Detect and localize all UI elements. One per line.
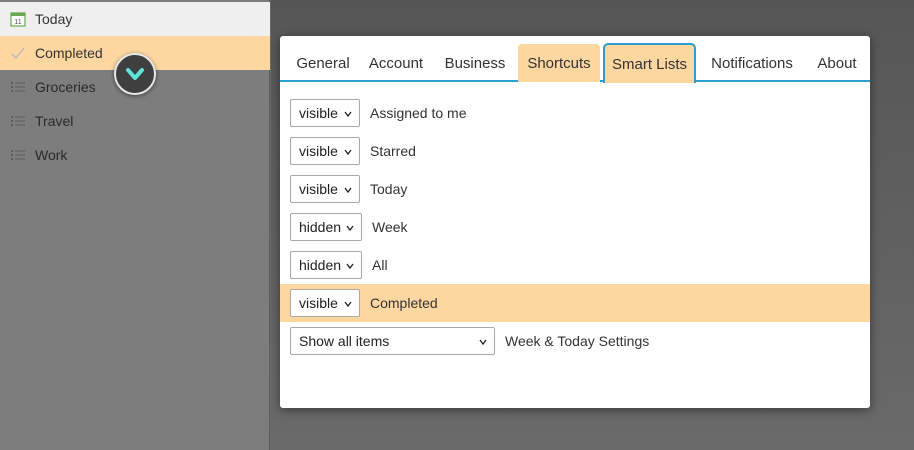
sidebar-item-work[interactable]: Work <box>0 138 270 172</box>
sidebar-item-travel[interactable]: Travel <box>0 104 270 138</box>
sidebar-item-label: Groceries <box>35 79 96 95</box>
tab-general[interactable]: General <box>284 44 362 82</box>
select-value: visible <box>299 295 338 311</box>
sidebar-item-label: Completed <box>35 45 103 61</box>
smart-list-row-week: hidden Week <box>280 208 870 246</box>
smart-list-label: Starred <box>370 143 416 159</box>
smart-list-label: Completed <box>370 295 438 311</box>
select-value: hidden <box>299 257 342 273</box>
calendar-icon: 11 <box>10 11 26 27</box>
select-value: visible <box>299 143 338 159</box>
drag-handle[interactable] <box>114 53 156 95</box>
sidebar-item-label: Travel <box>35 113 74 129</box>
tab-bar: General Account Business Shortcuts Smart… <box>280 36 870 83</box>
smart-list-row-starred: visible Starred <box>280 132 870 170</box>
tab-about[interactable]: About <box>810 44 864 82</box>
week-today-select[interactable]: Show all items <box>290 327 495 355</box>
chevron-down-icon <box>344 301 352 308</box>
sidebar-item-today[interactable]: 11 Today <box>0 2 270 36</box>
visibility-select[interactable]: visible <box>290 99 360 127</box>
visibility-select[interactable]: hidden <box>290 213 362 241</box>
visibility-select[interactable]: visible <box>290 289 360 317</box>
smart-list-label: All <box>372 257 388 273</box>
list-icon <box>10 147 26 163</box>
chevron-down-icon <box>479 339 487 346</box>
smart-list-label: Today <box>370 181 408 197</box>
chevron-down-icon <box>344 187 352 194</box>
sidebar-item-label: Today <box>35 11 73 27</box>
tab-account[interactable]: Account <box>360 44 432 82</box>
week-today-settings-row: Show all items Week & Today Settings <box>280 322 870 360</box>
visibility-select[interactable]: visible <box>290 175 360 203</box>
sidebar-item-label: Work <box>35 147 68 163</box>
smart-list-label: Week <box>372 219 408 235</box>
smart-list-row-all: hidden All <box>280 246 870 284</box>
list-icon <box>10 113 26 129</box>
select-value: visible <box>299 181 338 197</box>
chevron-down-icon <box>126 68 144 80</box>
tab-business[interactable]: Business <box>438 44 512 82</box>
select-value: hidden <box>299 219 342 235</box>
chevron-down-icon <box>344 111 352 118</box>
smart-list-label: Assigned to me <box>370 105 467 121</box>
visibility-select[interactable]: visible <box>290 137 360 165</box>
tab-shortcuts[interactable]: Shortcuts <box>518 44 600 82</box>
select-value: Show all items <box>299 333 390 349</box>
tab-smart-lists[interactable]: Smart Lists <box>603 43 696 83</box>
chevron-down-icon <box>346 263 354 270</box>
chevron-down-icon <box>344 149 352 156</box>
chevron-down-icon <box>346 225 354 232</box>
select-value: visible <box>299 105 338 121</box>
sidebar: 11 Today Completed Groceries Travel Work <box>0 0 270 450</box>
smart-list-row-today: visible Today <box>280 170 870 208</box>
tab-notifications[interactable]: Notifications <box>702 44 802 82</box>
visibility-select[interactable]: hidden <box>290 251 362 279</box>
list-icon <box>10 79 26 95</box>
week-today-label: Week & Today Settings <box>505 333 650 349</box>
settings-dialog: General Account Business Shortcuts Smart… <box>280 36 870 408</box>
smart-list-row-assigned: visible Assigned to me <box>280 94 870 132</box>
smart-list-row-completed: visible Completed <box>280 284 870 322</box>
checkmark-icon <box>10 45 26 61</box>
svg-text:11: 11 <box>14 19 21 26</box>
